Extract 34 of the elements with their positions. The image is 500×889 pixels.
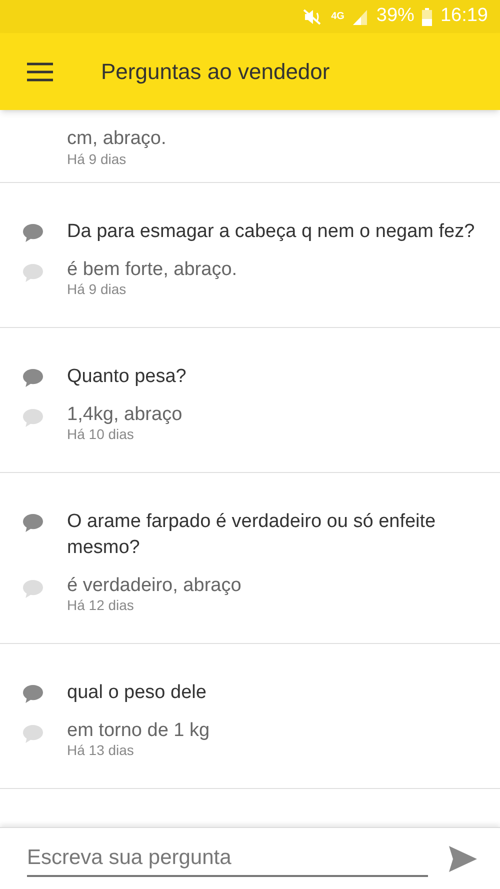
answer-text: cm, abraço. bbox=[67, 127, 168, 151]
battery-icon bbox=[422, 8, 432, 26]
answer-icon bbox=[22, 408, 44, 428]
answer-date: Há 10 dias bbox=[67, 426, 135, 442]
answer-date: Há 9 dias bbox=[67, 151, 128, 167]
question-icon bbox=[22, 684, 44, 704]
answer-icon bbox=[22, 579, 44, 599]
question-text: O arame farpado é verdadeiro ou só enfeite mesmo? bbox=[67, 510, 437, 560]
answer-date: Há 13 dias bbox=[67, 742, 135, 758]
answer-date: Há 9 dias bbox=[67, 281, 128, 297]
question-text: Da para esmagar a cabeça q nem o negam fez? bbox=[67, 220, 475, 244]
answer-icon bbox=[22, 724, 44, 744]
answer-text: é bem forte, abraço. bbox=[67, 259, 238, 281]
network-label: 4G bbox=[331, 10, 344, 24]
answer-text: em torno de 1 kg bbox=[67, 720, 210, 742]
answer-date: Há 12 dias bbox=[67, 597, 135, 613]
signal-icon bbox=[352, 8, 368, 24]
menu-icon bbox=[27, 62, 53, 82]
answer-icon bbox=[22, 263, 44, 283]
answer-text: 1,4kg, abraço bbox=[67, 404, 182, 426]
menu-button[interactable] bbox=[27, 62, 53, 82]
battery-percent: 39% bbox=[376, 4, 414, 28]
send-button[interactable] bbox=[448, 844, 478, 872]
question-text: qual o peso dele bbox=[67, 681, 206, 705]
page-title: Perguntas ao vendedor bbox=[101, 58, 330, 86]
question-text: Quanto pesa? bbox=[67, 365, 186, 389]
question-input[interactable]: Escreva sua pergunta bbox=[27, 840, 428, 876]
answer-text: é verdadeiro, abraço bbox=[67, 575, 242, 597]
mute-icon bbox=[303, 8, 324, 24]
question-icon bbox=[22, 513, 44, 533]
clock: 16:19 bbox=[440, 4, 488, 28]
question-icon bbox=[22, 223, 44, 243]
question-icon bbox=[22, 368, 44, 388]
send-icon bbox=[448, 844, 478, 872]
